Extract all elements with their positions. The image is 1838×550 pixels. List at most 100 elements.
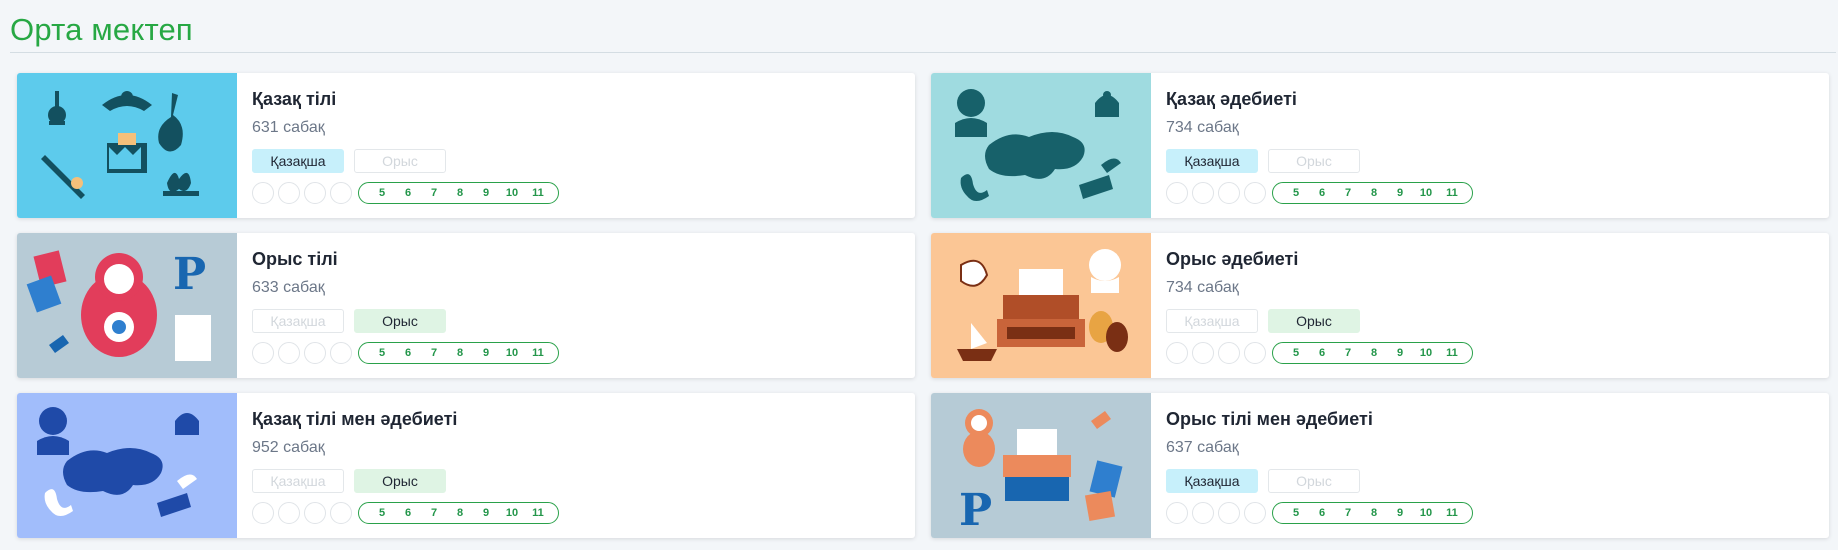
lang-russian-button[interactable]: Орыс <box>354 149 446 173</box>
grade-dot <box>252 342 274 364</box>
subject-title: Орыс тілі мен әдебиеті <box>1166 409 1373 429</box>
typewriter-icon <box>931 233 1151 378</box>
grade-dot <box>1218 182 1240 204</box>
subject-card-kazakh-language-literature[interactable]: Қазақ тілі мен әдебиеті 952 сабақ Қазақш… <box>17 393 915 538</box>
grade-dot <box>304 502 326 524</box>
grade-dot <box>252 502 274 524</box>
grade-dot <box>1166 502 1188 524</box>
grade-dot <box>304 342 326 364</box>
lang-russian-button[interactable]: Орыс <box>1268 149 1360 173</box>
grade-label[interactable]: 6 <box>1309 187 1335 199</box>
grade-label[interactable]: 5 <box>1283 187 1309 199</box>
grade-label[interactable]: 11 <box>525 187 551 199</box>
grade-label[interactable]: 6 <box>1309 507 1335 519</box>
grade-label[interactable]: 6 <box>395 507 421 519</box>
grade-label[interactable]: 10 <box>499 347 525 359</box>
grade-range: 5 6 7 8 9 10 11 <box>1272 502 1473 524</box>
lesson-count: 633 сабақ <box>252 279 325 296</box>
grade-dot <box>1166 342 1188 364</box>
lang-kazakh-button[interactable]: Қазақша <box>252 309 344 333</box>
lang-kazakh-button[interactable]: Қазақша <box>252 149 344 173</box>
grade-range: 5 6 7 8 9 10 11 <box>1272 182 1473 204</box>
grade-dot <box>1244 182 1266 204</box>
matryoshka-icon: Р <box>17 233 237 378</box>
grade-label[interactable]: 11 <box>1439 507 1465 519</box>
grade-label[interactable]: 11 <box>1439 347 1465 359</box>
subject-grid: Қазақ тілі 631 сабақ Қазақша Орыс 5 6 7 … <box>17 73 1829 538</box>
grade-label[interactable]: 10 <box>499 507 525 519</box>
grade-label[interactable]: 7 <box>421 347 447 359</box>
grade-range: 5 6 7 8 9 10 11 <box>358 342 559 364</box>
lesson-count: 952 сабақ <box>252 439 325 456</box>
svg-text:Р: Р <box>959 485 992 536</box>
grade-label[interactable]: 6 <box>395 347 421 359</box>
grade-label[interactable]: 9 <box>1387 507 1413 519</box>
lang-kazakh-button[interactable]: Қазақша <box>252 469 344 493</box>
grade-dot <box>1192 182 1214 204</box>
grade-label[interactable]: 10 <box>1413 347 1439 359</box>
grade-label[interactable]: 9 <box>473 347 499 359</box>
grade-label[interactable]: 7 <box>1335 187 1361 199</box>
grade-label[interactable]: 7 <box>1335 347 1361 359</box>
grade-dot <box>1218 502 1240 524</box>
lesson-count: 734 сабақ <box>1166 279 1239 296</box>
grade-label[interactable]: 11 <box>1439 187 1465 199</box>
subject-card-russian-language[interactable]: Р Орыс тілі 633 сабақ Қазақша Орыс 5 6 7 <box>17 233 915 378</box>
kazakh-literature-icon <box>931 73 1151 218</box>
grade-label[interactable]: 10 <box>1413 507 1439 519</box>
subject-title: Орыс тілі <box>252 249 338 269</box>
grade-label[interactable]: 8 <box>1361 347 1387 359</box>
grade-dot <box>278 182 300 204</box>
grade-label[interactable]: 7 <box>421 187 447 199</box>
grade-label[interactable]: 8 <box>447 507 473 519</box>
lang-russian-button[interactable]: Орыс <box>354 469 446 493</box>
lang-kazakh-button[interactable]: Қазақша <box>1166 469 1258 493</box>
subject-card-russian-language-literature[interactable]: Р Орыс тілі мен әдебиеті 637 сабақ Қазақ… <box>931 393 1829 538</box>
grade-label[interactable]: 5 <box>1283 507 1309 519</box>
grade-label[interactable]: 9 <box>1387 347 1413 359</box>
grade-label[interactable]: 6 <box>395 187 421 199</box>
grade-dot <box>1192 342 1214 364</box>
lang-kazakh-button[interactable]: Қазақша <box>1166 149 1258 173</box>
subject-card-russian-literature[interactable]: Орыс әдебиеті 734 сабақ Қазақша Орыс 5 6… <box>931 233 1829 378</box>
grade-label[interactable]: 8 <box>1361 507 1387 519</box>
kazakh-map-icon <box>17 393 237 538</box>
lang-russian-button[interactable]: Орыс <box>1268 309 1360 333</box>
grade-label[interactable]: 5 <box>1283 347 1309 359</box>
subject-title: Орыс әдебиеті <box>1166 249 1299 269</box>
lang-russian-button[interactable]: Орыс <box>1268 469 1360 493</box>
lesson-count: 734 сабақ <box>1166 119 1239 136</box>
russian-literature-icon: Р <box>931 393 1151 538</box>
lang-russian-button[interactable]: Орыс <box>354 309 446 333</box>
grade-label[interactable]: 11 <box>525 347 551 359</box>
grade-label[interactable]: 5 <box>369 507 395 519</box>
grade-dot <box>330 182 352 204</box>
grade-label[interactable]: 9 <box>473 187 499 199</box>
subject-title: Қазақ тілі <box>252 89 337 109</box>
grade-label[interactable]: 7 <box>421 507 447 519</box>
grade-label[interactable]: 5 <box>369 347 395 359</box>
grade-label[interactable]: 5 <box>369 187 395 199</box>
grade-dot <box>330 342 352 364</box>
grade-label[interactable]: 7 <box>1335 507 1361 519</box>
grade-dot <box>1166 182 1188 204</box>
grade-dot <box>278 342 300 364</box>
grade-label[interactable]: 9 <box>473 507 499 519</box>
grade-dot <box>278 502 300 524</box>
grade-label[interactable]: 6 <box>1309 347 1335 359</box>
grade-label[interactable]: 8 <box>447 347 473 359</box>
grade-label[interactable]: 11 <box>525 507 551 519</box>
grade-dot <box>1192 502 1214 524</box>
grade-label[interactable]: 10 <box>1413 187 1439 199</box>
grade-dot <box>304 182 326 204</box>
lang-kazakh-button[interactable]: Қазақша <box>1166 309 1258 333</box>
grade-label[interactable]: 9 <box>1387 187 1413 199</box>
grade-label[interactable]: 8 <box>447 187 473 199</box>
grade-dot <box>1244 502 1266 524</box>
subject-card-kazakh-literature[interactable]: Қазақ әдебиеті 734 сабақ Қазақша Орыс 5 … <box>931 73 1829 218</box>
grade-label[interactable]: 10 <box>499 187 525 199</box>
subject-card-kazakh-language[interactable]: Қазақ тілі 631 сабақ Қазақша Орыс 5 6 7 … <box>17 73 915 218</box>
grade-label[interactable]: 8 <box>1361 187 1387 199</box>
divider <box>10 52 1836 53</box>
section-title: Орта мектеп <box>10 12 193 47</box>
